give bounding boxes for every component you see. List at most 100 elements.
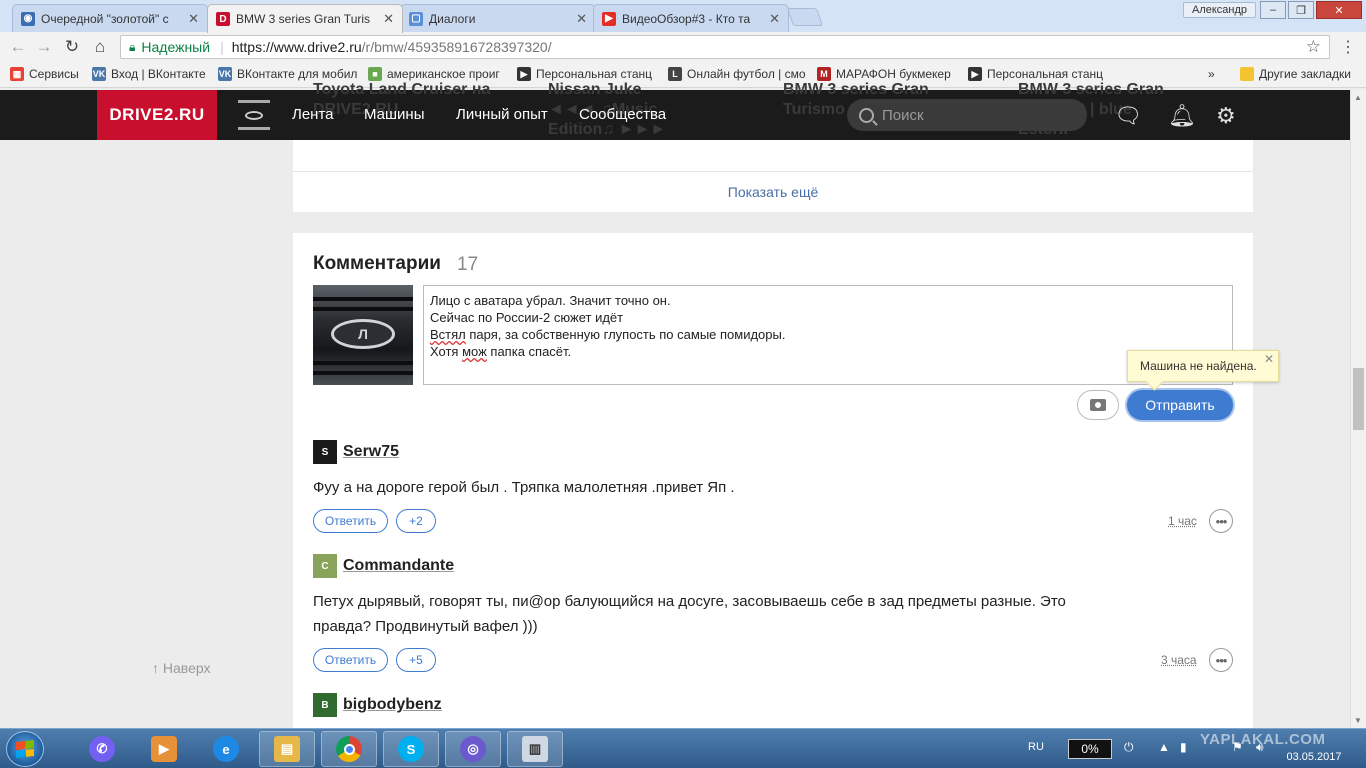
nav-experience[interactable]: Личный опыт [456,106,548,123]
close-icon[interactable]: ✕ [188,11,199,27]
windows-taskbar: ✆ ▶ e ▤ S ◎ ▥ RU 0% ⏻ ▲ ▮ ⚑ 🔊︎ YAPLAKAL.… [0,728,1366,768]
tray-expand-icon[interactable]: ▲ [1158,740,1170,754]
tab-title: BMW 3 series Gran Turis [236,12,371,26]
maximize-icon[interactable]: ❐ [1288,1,1314,19]
bookmark-item[interactable]: ▶ Персональная станц [517,67,657,81]
youtube-icon: ▶ [602,11,616,26]
site-search-input[interactable]: Поиск [847,99,1087,131]
language-indicator[interactable]: RU [1028,741,1044,753]
back-to-top-link[interactable]: ↑ Наверх [152,660,210,676]
nav-feed[interactable]: Лента [292,106,334,123]
page-scrollbar[interactable]: ▲ ▼ [1350,90,1366,728]
attach-photo-button[interactable] [1077,390,1119,420]
close-icon[interactable]: ✕ [576,11,587,27]
comment-author[interactable]: bigbodybenz [343,696,442,714]
draft-line: Сейчас по России-2 сюжет идёт [430,310,624,325]
vk-icon: VK [92,67,106,81]
secure-label: Надежный [141,39,211,55]
browser-tab-2[interactable]: D BMW 3 series Gran Turis ✕ [207,4,403,33]
more-options-icon[interactable]: ••• [1209,648,1233,672]
comment-author[interactable]: Serw75 [343,443,399,461]
clipboard-icon: ▥ [522,736,548,762]
send-button[interactable]: Отправить [1127,390,1233,420]
more-bookmarks-chevron[interactable]: » [1208,67,1222,81]
comment-text: Петух дырявый, говорят ты, пи@ор балующи… [313,593,1066,635]
user-avatar[interactable]: B [313,693,337,717]
camera-icon [1090,399,1106,411]
show-more-link[interactable]: Показать ещё [293,184,1253,200]
site-logo[interactable]: DRIVE2.RU [97,90,217,140]
bookmark-item[interactable]: M МАРАФОН букмекер [817,67,957,81]
new-tab-button[interactable] [786,8,824,26]
taskbar-viber[interactable]: ✆ [74,731,130,767]
messages-icon[interactable]: 🗨︎ [1114,103,1142,129]
bookmark-item[interactable]: VK ВКонтакте для мобил [218,67,358,81]
apps-icon: ▦ [10,67,24,81]
car-brand-icon[interactable] [238,100,270,130]
more-options-icon[interactable]: ••• [1209,509,1233,533]
power-plug-icon[interactable]: ⏻ [1124,740,1134,755]
comment-textarea[interactable]: Лицо с аватара убрал. Значит точно он. С… [423,285,1233,385]
url-host: https://www.drive2.ru [231,39,362,55]
comment-time[interactable]: 1 час [1168,514,1197,528]
reply-button[interactable]: Ответить [313,648,388,672]
taskbar-media-player[interactable]: ▶ [136,731,192,767]
other-bookmarks[interactable]: Другие закладки [1240,67,1352,81]
minimize-icon[interactable]: – [1260,1,1286,19]
reload-icon[interactable]: ↻ [62,37,82,57]
bookmark-label: Вход | ВКонтакте [111,67,206,81]
like-button[interactable]: +2 [396,509,436,533]
ie-icon: e [213,736,239,762]
live-icon: L [668,67,682,81]
close-icon[interactable]: ✕ [1264,352,1274,366]
start-button[interactable] [6,731,44,767]
scroll-down-icon[interactable]: ▼ [1354,716,1362,725]
bookmark-item[interactable]: L Онлайн футбол | смо [668,67,806,81]
square-icon: ■ [368,67,382,81]
network-icon[interactable]: ▮ [1180,740,1187,754]
user-avatar[interactable]: C [313,554,337,578]
bookmark-star-icon[interactable]: ☆ [1306,37,1321,57]
bookmark-item[interactable]: VK Вход | ВКонтакте [92,67,210,81]
browser-menu-icon[interactable]: ⋮ [1340,37,1356,57]
taskbar-explorer[interactable]: ▤ [259,731,315,767]
reply-button[interactable]: Ответить [313,509,388,533]
comment-time[interactable]: 3 часа [1161,653,1197,667]
bookmark-item[interactable]: ■ американское проиг [368,67,506,81]
bookmark-item[interactable]: ▶ Персональная станц [968,67,1108,81]
taskbar-clipboard[interactable]: ▥ [507,731,563,767]
scrollbar-thumb[interactable] [1353,368,1364,430]
like-button[interactable]: +5 [396,648,436,672]
skype-icon: S [398,736,424,762]
browser-tab-1[interactable]: ◉ Очередной "золотой" с ✕ [12,4,208,32]
home-icon[interactable]: ⌂ [90,37,110,57]
browser-tab-3[interactable]: ▢ Диалоги ✕ [400,4,596,32]
ghost-text: Turismo [783,101,845,118]
taskbar-torrent[interactable]: ◎ [445,731,501,767]
taskbar-chrome[interactable] [321,731,377,767]
close-icon[interactable]: ✕ [769,11,780,27]
close-icon[interactable]: ✕ [383,11,394,27]
comment-author[interactable]: Commandante [343,557,454,575]
back-arrow-icon[interactable]: ← [8,37,28,57]
forward-arrow-icon[interactable]: → [34,37,54,57]
bell-icon[interactable]: 🔔︎ [1168,103,1196,129]
ghost-text: BMW 3 series Gran [783,81,929,98]
bookmark-item[interactable]: ▦ Сервисы [10,67,90,81]
taskbar-skype[interactable]: S [383,731,439,767]
browser-tab-4[interactable]: ▶ ВидеоОбзор#3 - Кто та ✕ [593,4,789,32]
nav-communities[interactable]: Сообщества [579,106,666,123]
system-clock[interactable]: 03.05.2017 [1282,732,1346,766]
drive2-icon: D [216,12,230,26]
address-bar[interactable]: 🔒︎ Надежный | https://www.drive2.ru /r/b… [120,35,1330,59]
close-window-icon[interactable]: ✕ [1316,1,1362,19]
taskbar-ie[interactable]: e [198,731,254,767]
battery-indicator[interactable]: 0% [1068,739,1112,759]
user-avatar[interactable]: S [313,440,337,464]
nav-cars[interactable]: Машины [364,106,424,123]
explorer-icon: ▤ [274,736,300,762]
gear-icon[interactable]: ⚙ [1216,103,1236,129]
lada-logo-icon: Л [331,319,395,349]
scroll-up-icon[interactable]: ▲ [1354,93,1362,102]
profile-button[interactable]: Александр [1183,2,1257,18]
